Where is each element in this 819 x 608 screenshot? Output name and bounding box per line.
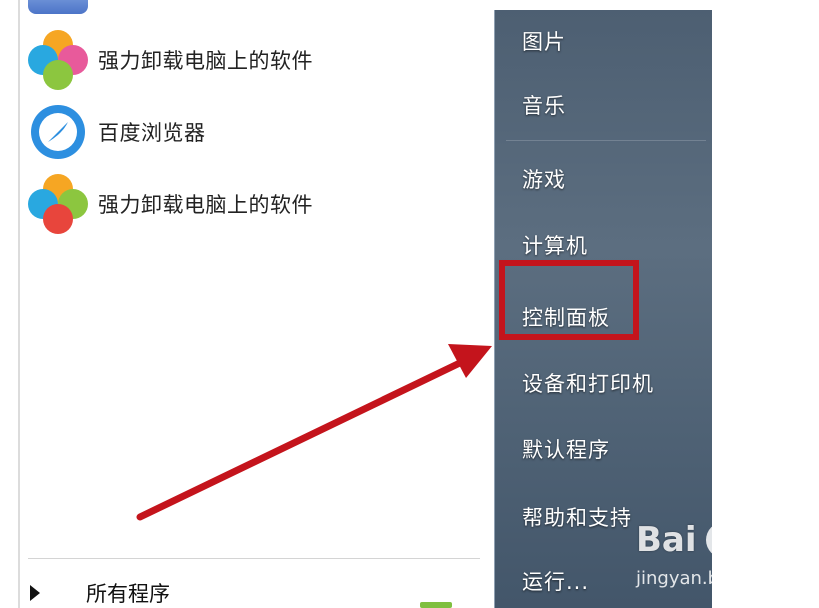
baidu-jingyan-watermark: Bai 经验 jingyan.baidu.com bbox=[636, 520, 816, 602]
watermark-logo-text: Bai bbox=[636, 520, 697, 560]
baidu-paw-icon bbox=[706, 522, 742, 558]
watermark-url: jingyan.baidu.com bbox=[636, 568, 803, 589]
annotation-arrow bbox=[136, 344, 492, 521]
watermark-jingyan-text: 经验 bbox=[742, 530, 790, 558]
